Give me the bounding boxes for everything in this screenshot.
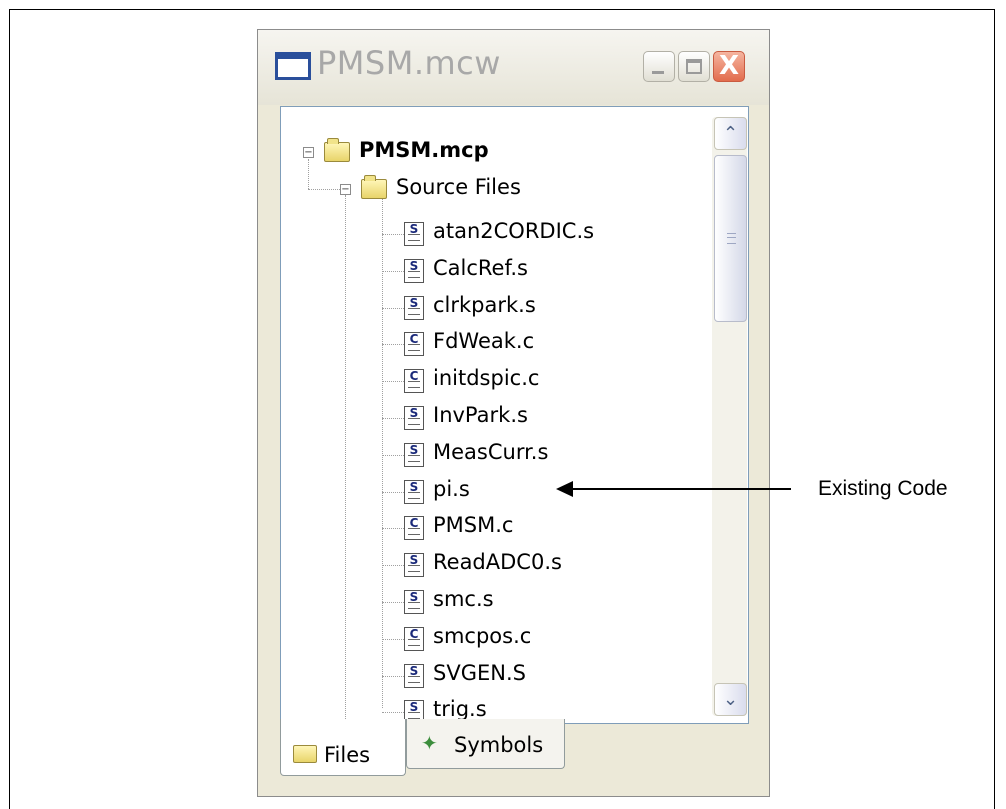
tree-guide bbox=[382, 381, 404, 382]
maximize-button[interactable] bbox=[678, 51, 710, 82]
minimize-icon bbox=[652, 71, 664, 74]
annotation-arrow-line bbox=[571, 488, 791, 490]
scroll-thumb[interactable] bbox=[714, 155, 747, 322]
tab-files-label: Files bbox=[324, 743, 371, 767]
close-button[interactable]: X bbox=[713, 51, 745, 82]
tree-guide bbox=[382, 308, 404, 309]
tab-symbols[interactable]: ✦ Symbols bbox=[406, 719, 565, 769]
asm-source-file-icon: S bbox=[404, 406, 424, 430]
tree-guide bbox=[382, 602, 404, 603]
asm-source-file-icon: S bbox=[404, 590, 424, 614]
tree-guide bbox=[382, 271, 404, 272]
workspace-tabs: Files ✦ Symbols bbox=[280, 719, 749, 779]
close-icon: X bbox=[718, 51, 740, 81]
project-collapse-toggle[interactable]: − bbox=[303, 147, 314, 158]
file-node-label[interactable]: PMSM.c bbox=[433, 513, 513, 537]
tree-guide bbox=[382, 639, 404, 640]
scroll-up-button[interactable]: ⌃ bbox=[714, 117, 747, 150]
c-source-file-icon: C bbox=[404, 369, 424, 393]
tab-symbols-label: Symbols bbox=[454, 733, 544, 757]
tree-guide bbox=[382, 492, 404, 493]
source-files-folder-icon bbox=[361, 175, 387, 199]
window-title: PMSM.mcw bbox=[317, 44, 501, 82]
tree-guide bbox=[382, 234, 404, 235]
scroll-grip-icon bbox=[727, 233, 736, 244]
source-files-collapse-toggle[interactable]: − bbox=[340, 184, 351, 195]
file-node-label[interactable]: CalcRef.s bbox=[433, 256, 528, 280]
tab-files[interactable]: Files bbox=[280, 719, 406, 776]
asm-source-file-icon: S bbox=[404, 553, 424, 577]
asm-source-file-icon: S bbox=[404, 443, 424, 467]
tree-scrollbar[interactable]: ⌃ ⌄ bbox=[712, 117, 747, 716]
asm-source-file-icon: S bbox=[404, 259, 424, 283]
tree-guide bbox=[382, 199, 383, 708]
source-files-node-label[interactable]: Source Files bbox=[396, 175, 521, 199]
file-node-label[interactable]: InvPark.s bbox=[433, 403, 528, 427]
minimize-button[interactable] bbox=[643, 51, 675, 82]
annotation-label: Existing Code bbox=[818, 477, 948, 500]
file-node-label[interactable]: SVGEN.S bbox=[433, 661, 526, 685]
file-node-label[interactable]: smcpos.c bbox=[433, 624, 531, 648]
tree-guide bbox=[308, 189, 340, 190]
file-node-label[interactable]: initdspic.c bbox=[433, 366, 539, 390]
window-icon bbox=[275, 52, 311, 80]
symbols-tab-icon: ✦ bbox=[421, 731, 438, 755]
project-window: PMSM.mcw X − PMSM.mcp − Source Files Sat… bbox=[257, 29, 770, 797]
file-node-label[interactable]: FdWeak.c bbox=[433, 329, 534, 353]
asm-source-file-icon: S bbox=[404, 480, 424, 504]
file-node-label[interactable]: MeasCurr.s bbox=[433, 440, 548, 464]
tree-guide bbox=[382, 455, 404, 456]
scroll-down-button[interactable]: ⌄ bbox=[714, 683, 747, 716]
asm-source-file-icon: S bbox=[404, 222, 424, 246]
c-source-file-icon: C bbox=[404, 516, 424, 540]
file-node-label[interactable]: ReadADC0.s bbox=[433, 550, 562, 574]
c-source-file-icon: C bbox=[404, 332, 424, 356]
file-node-label[interactable]: pi.s bbox=[433, 477, 470, 501]
maximize-icon bbox=[686, 59, 702, 74]
project-tree-panel: − PMSM.mcp − Source Files Satan2CORDIC.s… bbox=[280, 106, 749, 724]
tree-guide bbox=[382, 712, 404, 713]
tree-guide bbox=[382, 528, 404, 529]
title-bar[interactable]: PMSM.mcw X bbox=[258, 30, 769, 105]
tree-guide bbox=[345, 195, 346, 723]
c-source-file-icon: C bbox=[404, 627, 424, 651]
asm-source-file-icon: S bbox=[404, 296, 424, 320]
file-node-label[interactable]: atan2CORDIC.s bbox=[433, 219, 594, 243]
files-tab-folder-icon bbox=[293, 745, 317, 763]
tree-guide bbox=[382, 418, 404, 419]
file-node-label[interactable]: clrkpark.s bbox=[433, 293, 536, 317]
project-node-label[interactable]: PMSM.mcp bbox=[359, 138, 489, 162]
tree-guide bbox=[308, 159, 309, 189]
project-folder-icon bbox=[324, 138, 350, 162]
file-node-label[interactable]: trig.s bbox=[433, 697, 487, 721]
tree-guide bbox=[382, 676, 404, 677]
tree-guide bbox=[382, 565, 404, 566]
file-node-label[interactable]: smc.s bbox=[433, 587, 494, 611]
project-tree: − PMSM.mcp − Source Files Satan2CORDIC.s… bbox=[281, 107, 709, 723]
tree-guide bbox=[382, 344, 404, 345]
asm-source-file-icon: S bbox=[404, 664, 424, 688]
